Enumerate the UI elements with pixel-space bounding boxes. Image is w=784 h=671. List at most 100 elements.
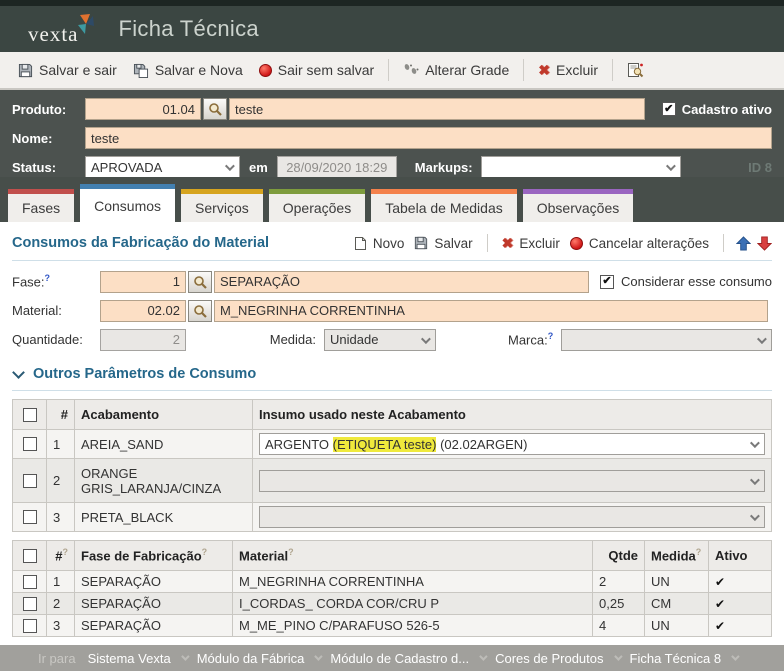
save-and-exit-button[interactable]: Salvar e sair: [10, 58, 125, 82]
tab-operacoes[interactable]: Operações: [269, 189, 365, 222]
material-cell: I_CORDAS_ CORDA COR/CRU P: [233, 593, 593, 615]
quantidade-input[interactable]: [100, 329, 186, 351]
magnifier-icon: [208, 102, 222, 116]
cancelar-label: Cancelar alterações: [589, 236, 709, 251]
insumo-select[interactable]: [259, 506, 765, 528]
insumo-select[interactable]: [259, 470, 765, 492]
insumo-select[interactable]: ARGENTO (ETIQUETA teste) (02.02ARGEN): [259, 433, 765, 455]
alter-grade-button[interactable]: Alterar Grade: [395, 58, 517, 82]
check-icon: ✔: [715, 597, 725, 611]
magnifier-icon: [193, 275, 207, 289]
qtde-cell: 0,25: [593, 593, 645, 615]
medida-select[interactable]: Unidade: [324, 329, 436, 351]
vexta-logo: vexta: [28, 13, 96, 45]
exit-without-save-label: Sair sem salvar: [278, 62, 374, 78]
outros-section-header[interactable]: Outros Parâmetros de Consumo: [12, 362, 772, 386]
exit-without-save-button[interactable]: Sair sem salvar: [251, 58, 382, 82]
cadastro-ativo-checkbox[interactable]: [662, 102, 676, 116]
toolbar-separator: [612, 59, 613, 81]
row-number: 3: [47, 615, 75, 637]
select-all-checkbox[interactable]: [23, 408, 37, 422]
produto-row: Produto: Cadastro ativo: [12, 96, 772, 122]
salvar-button[interactable]: Salvar: [412, 234, 474, 253]
section-divider: [12, 260, 772, 261]
footer-item-modulo-da-fabrica[interactable]: Módulo da Fábrica: [197, 651, 305, 666]
move-down-button[interactable]: [757, 236, 772, 251]
tab-tabela-de-medidas[interactable]: Tabela de Medidas: [371, 189, 517, 222]
save-and-new-button[interactable]: Salvar e Nova: [125, 58, 251, 82]
material-search-button[interactable]: [188, 300, 212, 322]
collapse-chevron-icon: [12, 366, 25, 379]
considerar-consumo-checkbox[interactable]: [600, 275, 614, 289]
outros-section-title: Outros Parâmetros de Consumo: [33, 366, 256, 382]
fase-fabricacao-header: Fase de Fabricação?: [75, 541, 233, 571]
chevron-down-icon: [757, 334, 767, 344]
consumos-actions: Novo Salvar ✖ Excluir Cancelar alteraçõe…: [352, 233, 772, 254]
cadastro-ativo-label: Cadastro ativo: [682, 102, 772, 117]
nome-input[interactable]: [85, 127, 772, 149]
table-row[interactable]: 2 ORANGE GRIS_LARANJA/CINZA: [13, 459, 772, 503]
help-mark: ?: [548, 331, 554, 341]
nome-row: Nome:: [12, 125, 772, 151]
table-row[interactable]: 3 PRETA_BLACK: [13, 503, 772, 532]
footer-item-sistema-vexta[interactable]: Sistema Vexta: [88, 651, 171, 666]
table-header-row: # Acabamento Insumo usado neste Acabamen…: [13, 400, 772, 430]
fase-code-input[interactable]: [100, 271, 186, 293]
material-code-input[interactable]: [100, 300, 186, 322]
tab-label: Serviços: [195, 200, 249, 216]
row-checkbox[interactable]: [23, 510, 37, 524]
excluir-consumo-button[interactable]: ✖ Excluir: [500, 233, 562, 254]
table-row[interactable]: 1 AREIA_SAND ARGENTO (ETIQUETA teste) (0…: [13, 430, 772, 459]
produto-code-input[interactable]: [85, 98, 201, 120]
table-row[interactable]: 3 SEPARAÇÃO M_ME_PINO C/PARAFUSO 526-5 4…: [13, 615, 772, 637]
row-checkbox[interactable]: [23, 474, 37, 488]
produto-search-button[interactable]: [203, 98, 227, 120]
check-icon: ✔: [715, 619, 725, 633]
footer-item-cores-de-produtos[interactable]: Cores de Produtos: [495, 651, 603, 666]
toolbar-separator: [523, 59, 524, 81]
save-and-new-label: Salvar e Nova: [155, 62, 243, 78]
delete-button[interactable]: ✖ Excluir: [530, 58, 606, 83]
row-checkbox[interactable]: [23, 437, 37, 451]
toolbar-separator: [388, 59, 389, 81]
material-row: Material:: [12, 298, 772, 323]
footer-item-modulo-de-cadastro[interactable]: Módulo de Cadastro d...: [330, 651, 469, 666]
row-checkbox[interactable]: [23, 575, 37, 589]
record-id: ID 8: [748, 160, 772, 175]
fase-name-input[interactable]: [214, 271, 589, 293]
table-row[interactable]: 2 SEPARAÇÃO I_CORDAS_ CORDA COR/CRU P 0,…: [13, 593, 772, 615]
row-checkbox[interactable]: [23, 597, 37, 611]
markups-select[interactable]: [481, 156, 681, 178]
row-number: 2: [47, 593, 75, 615]
tab-observacoes[interactable]: Observações: [523, 189, 633, 222]
consumos-section-title: Consumos da Fabricação do Material: [12, 235, 269, 251]
vexta-pinwheel-icon: [76, 13, 96, 35]
chevron-down-icon: [614, 652, 622, 660]
tab-servicos[interactable]: Serviços: [181, 189, 263, 222]
chevron-down-icon: [750, 475, 760, 485]
tab-fases[interactable]: Fases: [8, 189, 74, 222]
main-toolbar: Salvar e sair Salvar e Nova Sair sem sal…: [0, 52, 784, 90]
tab-consumos[interactable]: Consumos: [80, 184, 175, 222]
marca-select[interactable]: [561, 329, 772, 351]
select-all-checkbox[interactable]: [23, 549, 37, 563]
material-header: Material?: [233, 541, 593, 571]
novo-button[interactable]: Novo: [352, 234, 407, 253]
table-row[interactable]: 1 SEPARAÇÃO M_NEGRINHA CORRENTINHA 2 UN …: [13, 571, 772, 593]
row-checkbox[interactable]: [23, 619, 37, 633]
marca-label: Marca:?: [508, 331, 553, 347]
medida-value: Unidade: [330, 332, 378, 347]
move-up-button[interactable]: [736, 236, 751, 251]
markups-label: Markups:: [415, 160, 473, 175]
actions-separator: [723, 234, 724, 252]
cancelar-alteracoes-button[interactable]: Cancelar alterações: [568, 234, 711, 253]
material-name-input[interactable]: [214, 300, 768, 322]
page-title: Ficha Técnica: [118, 16, 258, 42]
preview-search-button[interactable]: [619, 58, 652, 82]
product-form: Produto: Cadastro ativo Nome: Status: AP…: [0, 90, 784, 177]
footer-item-ficha-tecnica[interactable]: Ficha Técnica 8: [630, 651, 722, 666]
fase-search-button[interactable]: [188, 271, 212, 293]
status-select[interactable]: APROVADA: [85, 156, 240, 178]
magnifier-icon: [193, 304, 207, 318]
produto-name-input[interactable]: [229, 98, 645, 120]
